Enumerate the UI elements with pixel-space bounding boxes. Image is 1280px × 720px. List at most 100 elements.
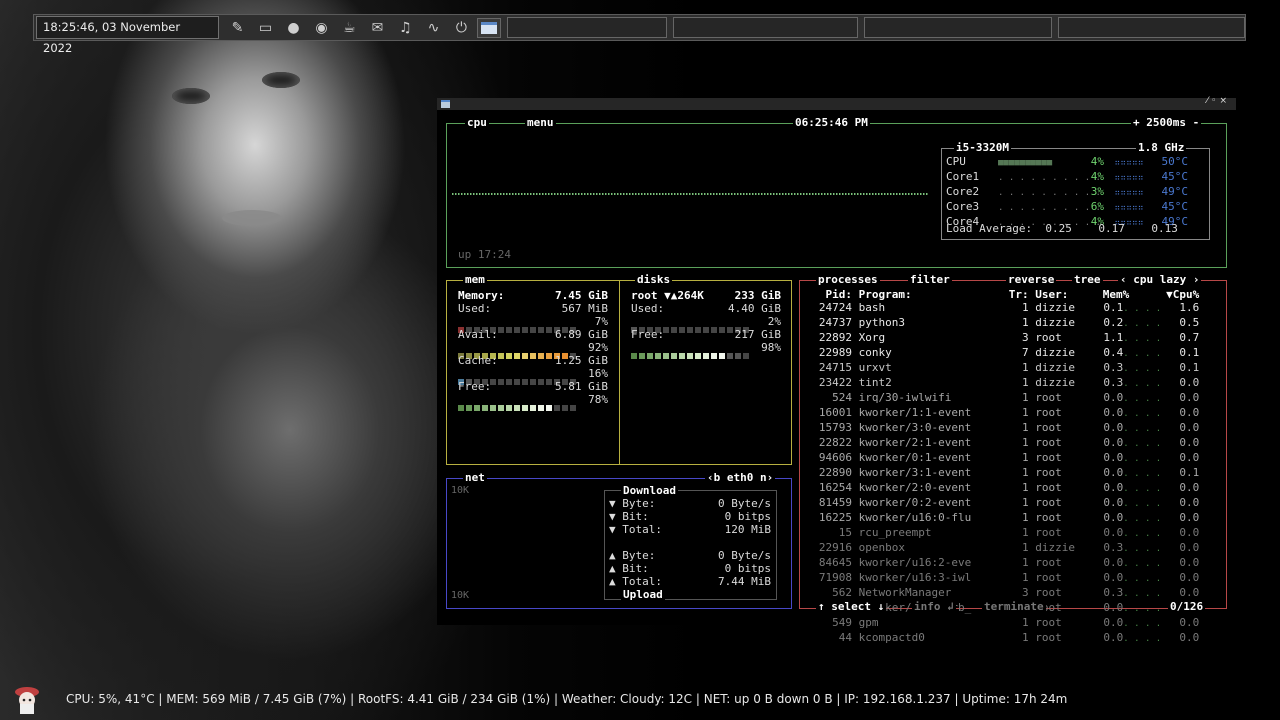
header-pid[interactable]: Pid: <box>804 288 853 301</box>
process-row[interactable]: 24737 python3 1 dizzie 0.2. . . . 0.5 <box>804 316 1199 331</box>
taskbar-button-3[interactable] <box>864 17 1052 38</box>
window-controls[interactable]: ⁄◦× <box>1207 96 1230 106</box>
music-icon[interactable]: ♫ <box>391 17 419 39</box>
process-cpu: 0.0 <box>1179 406 1200 419</box>
disk-free-value: 217 GiB <box>734 328 781 341</box>
terminate-button[interactable]: terminate <box>982 601 1046 613</box>
process-row[interactable]: 24715 urxvt 1 dizzie 0.3. . . . 0.1 <box>804 361 1199 376</box>
conky-status-bar: CPU: 5%, 41°C | MEM: 569 MiB / 7.45 GiB … <box>66 692 1068 706</box>
header-threads[interactable]: Tr: <box>1003 288 1029 301</box>
cpu-clock: 06:25:46 PM <box>793 116 870 129</box>
process-row[interactable]: 22890 kworker/3:1-event 1 root 0.0. . . . 0… <box>804 466 1199 481</box>
process-program: urxvt <box>858 361 892 374</box>
process-row[interactable]: 81459 kworker/0:2-event 1 root 0.0. . . .0… <box>804 496 1199 511</box>
process-row[interactable]: 22822 kworker/2:1-event 1 root 0.0. . . .0… <box>804 436 1199 451</box>
process-program: kworker/u16:2-eve <box>858 556 972 569</box>
window-icon[interactable]: ▭ <box>251 17 279 39</box>
header-program[interactable]: Program: <box>859 288 1003 301</box>
process-threads: 1 <box>1022 436 1029 449</box>
core-name: Core3 <box>946 200 980 213</box>
process-pid: 15793 <box>818 421 852 434</box>
info-button[interactable]: info ↲ <box>912 601 956 613</box>
memory-total-value: 7.45 GiB <box>555 289 608 302</box>
btop-window[interactable]: ⁄◦× cpu menu 06:25:46 PM + 2500ms - up 1… <box>437 96 1236 644</box>
header-user[interactable]: User: <box>1035 288 1083 301</box>
process-user: root <box>1035 586 1062 599</box>
core-temp: 45°C <box>1161 200 1189 213</box>
core-temp-graph: ⠶⠶⠶⠶⠶ <box>1114 203 1144 212</box>
process-threads: 1 <box>1022 301 1029 314</box>
process-user: root <box>1035 481 1062 494</box>
process-program: NetworkManager <box>858 586 952 599</box>
task-window-icon[interactable] <box>477 17 502 38</box>
process-row[interactable]: 22892 Xorg 3 root 1.1. . . . 0.7 <box>804 331 1199 346</box>
taskbar-button-4[interactable] <box>1057 17 1246 38</box>
process-row[interactable]: 16001 kworker/1:1-event 1 root 0.0. . . .0… <box>804 406 1199 421</box>
process-row[interactable]: 84645 kworker/u16:2-eve 1 root 0.0. . . .0… <box>804 556 1199 571</box>
wallpaper-lips <box>222 210 282 226</box>
taskbar-button-2[interactable] <box>672 17 859 38</box>
process-row[interactable]: 94606 kworker/0:1-event 1 root 0.0. . . .0… <box>804 451 1199 466</box>
mem-cache-pct: 16% <box>588 367 608 380</box>
process-row[interactable]: 549 gpm 1 root 0.0. . . . 0.0 <box>804 616 1199 631</box>
select-control[interactable]: ↑ select ↓ <box>816 601 887 613</box>
tree-toggle[interactable]: tree <box>1072 274 1103 286</box>
process-row[interactable]: 16254 kworker/2:0-event 1 root 0.0. . . .0… <box>804 481 1199 496</box>
process-threads: 1 <box>1022 526 1029 539</box>
process-row[interactable]: 562 NetworkManager 3 root 0.3. . . . 0.0 <box>804 586 1199 601</box>
download-label: Download <box>621 484 678 497</box>
window-titlebar[interactable]: ⁄◦× <box>437 96 1236 110</box>
power-icon[interactable]: ⏻ <box>447 17 475 39</box>
net-interface-selector[interactable]: ‹b eth0 n› <box>705 472 776 484</box>
chrome-icon[interactable]: ◉ <box>307 17 335 39</box>
process-row[interactable]: 524 irq/30-iwlwifi 1 root 0.0. . . . 0.0 <box>804 391 1199 406</box>
process-threads: 1 <box>1022 361 1029 374</box>
activity-icon[interactable]: ∿ <box>419 17 447 39</box>
process-pid: 81459 <box>818 496 852 509</box>
process-program: kworker/2:0-event <box>858 481 972 494</box>
process-row[interactable]: 71908 kworker/u16:3-iwl 1 root 0.0. . . .0… <box>804 571 1199 586</box>
mail-icon[interactable]: ✉ <box>363 17 391 39</box>
header-cpu[interactable]: ▼Cpu% <box>1129 288 1199 301</box>
pencil-icon[interactable]: ✎ <box>223 17 251 39</box>
process-row[interactable]: 16225 kworker/u16:0-flu 1 root 0.0. . . .0… <box>804 511 1199 526</box>
process-row[interactable]: 24724 bash 1 dizzie 0.1. . . . 1.6 <box>804 301 1199 316</box>
process-program: tint2 <box>858 376 892 389</box>
upload-stat-row: ▲ Byte: 0 Byte/s <box>609 549 771 562</box>
header-mem[interactable]: Mem% <box>1083 288 1130 301</box>
mem-avail-label: Avail: <box>458 328 498 341</box>
process-list[interactable]: 24724 bash 1 dizzie 0.1 . . . . 1.6 24737 pyt… <box>804 301 1199 646</box>
reverse-toggle[interactable]: reverse <box>1006 274 1057 286</box>
process-mem: 0.0 <box>1103 481 1124 494</box>
taskbar-button-1[interactable] <box>507 17 667 38</box>
core-list: CPU ■■■■■■■■■■ 4% ⠶⠶⠶⠶⠶ 50°C Core1. . . . . .… <box>946 155 1188 230</box>
process-mem: 0.0 <box>1103 391 1124 404</box>
net-label: net <box>463 471 487 484</box>
upload-stat-value: 0 bitps <box>724 562 771 575</box>
process-threads: 3 <box>1022 331 1029 344</box>
panel-clock[interactable]: 18:25:46, 03 November 2022 <box>36 16 220 55</box>
process-row[interactable]: 44 kcompactd0 1 root 0.0. . . . 0.0 <box>804 631 1200 646</box>
load-15: 0.13 <box>1151 222 1178 235</box>
process-row[interactable]: 15793 kworker/3:0-event 1 root 0.0. . . .0… <box>804 421 1199 436</box>
disk-root-label[interactable]: root ▼▲264K <box>631 289 704 302</box>
refresh-rate-control[interactable]: + 2500ms - <box>1131 117 1202 129</box>
process-row[interactable]: 15 rcu_preempt 1 root 0.0. . . . 0.0 <box>804 526 1200 541</box>
net-stats-box: Download ▼ Byte: 0 Byte/s ▼ Bit: 0 bitps ▼ T… <box>604 485 777 601</box>
process-row[interactable]: 22916 openbox 1 dizzie 0.3. . . . 0.0 <box>804 541 1199 556</box>
process-threads: 3 <box>1022 586 1029 599</box>
download-stat-label: ▼ Bit: <box>609 510 649 523</box>
menu-button[interactable]: menu <box>525 117 556 129</box>
launcher-bar: ✎ ▭ ● ◉ ☕ ✉ ♫ ∿ ⏻ <box>223 17 475 39</box>
chat-icon[interactable]: ● <box>279 17 307 39</box>
process-pid: 71908 <box>818 571 852 584</box>
process-user: root <box>1035 436 1062 449</box>
teapot-icon[interactable]: ☕ <box>335 17 363 39</box>
sort-selector[interactable]: ‹ cpu lazy › <box>1118 274 1202 286</box>
process-cpu-graph: . . . . <box>1123 454 1162 464</box>
process-cpu-graph: . . . . <box>1123 514 1162 524</box>
filter-button[interactable]: filter <box>908 274 952 286</box>
process-program: kworker/0:1-event <box>858 451 972 464</box>
process-row[interactable]: 22989 conky 7 dizzie 0.4. . . . 0.1 <box>804 346 1199 361</box>
process-row[interactable]: 23422 tint2 1 dizzie 0.3. . . . 0.0 <box>804 376 1199 391</box>
